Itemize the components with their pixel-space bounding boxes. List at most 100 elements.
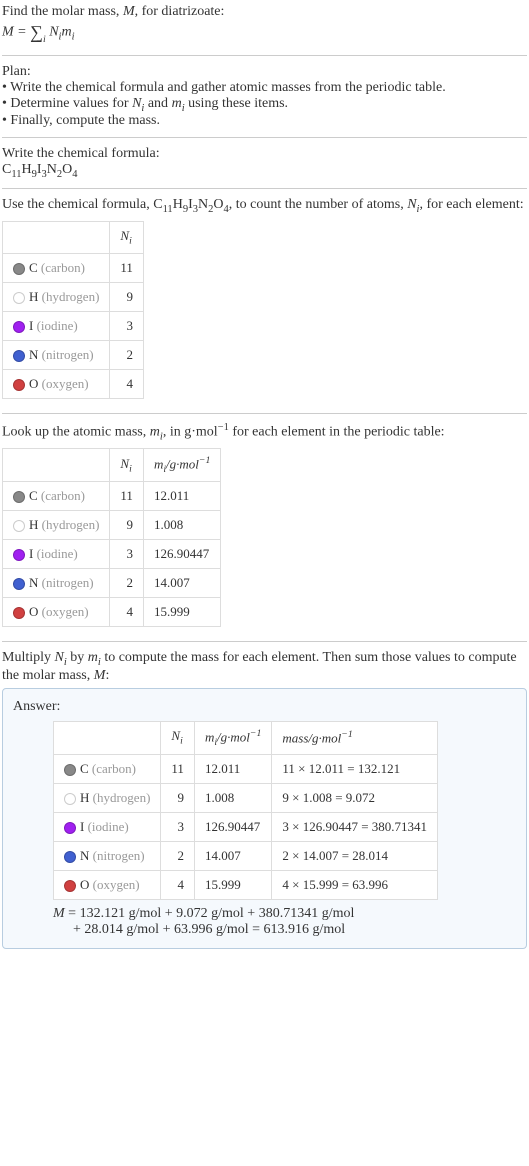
mass-cell: 11 × 12.011 = 132.121 xyxy=(272,754,438,783)
element-name: (iodine) xyxy=(37,318,78,333)
table-row: N (nitrogen)214.007 xyxy=(3,568,221,597)
table-header-row: Ni mi/g·mol−1 xyxy=(3,449,221,482)
element-name: (hydrogen) xyxy=(93,790,151,805)
element-name: (nitrogen) xyxy=(42,347,94,362)
n-cell: 2 xyxy=(161,841,195,870)
lookup-neg1: −1 xyxy=(218,422,229,433)
lookup-b: , in g·mol xyxy=(163,424,218,439)
table-row: I (iodine)3126.904473 × 126.90447 = 380.… xyxy=(54,812,438,841)
cf-O: O xyxy=(62,162,72,177)
mult-d: : xyxy=(105,668,109,683)
element-swatch xyxy=(13,263,25,275)
element-cell: N (nitrogen) xyxy=(3,568,110,597)
m-cell: 14.007 xyxy=(194,841,271,870)
n-cell: 9 xyxy=(110,510,144,539)
element-swatch xyxy=(13,491,25,503)
element-symbol: N xyxy=(29,347,38,362)
element-symbol: I xyxy=(29,318,33,333)
element-name: (nitrogen) xyxy=(93,848,145,863)
chem-formula-heading: Write the chemical formula: xyxy=(2,146,527,162)
element-swatch xyxy=(13,350,25,362)
n-cell: 4 xyxy=(110,597,144,626)
plan-section: Plan: • Write the chemical formula and g… xyxy=(2,56,527,139)
n-cell: 2 xyxy=(110,568,144,597)
plan-b2-a: • Determine values for xyxy=(2,96,132,111)
element-symbol: N xyxy=(80,848,89,863)
answer-label: Answer: xyxy=(13,699,516,715)
element-cell: C (carbon) xyxy=(3,253,110,282)
element-name: (nitrogen) xyxy=(42,575,94,590)
element-symbol: O xyxy=(80,877,89,892)
lookup-table: Ni mi/g·mol−1 C (carbon)1112.011H (hydro… xyxy=(2,448,221,627)
element-symbol: H xyxy=(80,790,89,805)
element-cell: I (iodine) xyxy=(3,311,110,340)
answer-box: Answer: Ni mi/g·mol−1 mass/g·mol−1 C (ca… xyxy=(2,688,527,949)
n-cell: 4 xyxy=(110,369,144,398)
count-Ni-N: N xyxy=(407,197,416,212)
blank-header xyxy=(3,221,110,253)
count-a: Use the chemical formula, xyxy=(2,197,153,212)
mass-cell: 4 × 15.999 = 63.996 xyxy=(272,870,438,899)
answer-table: Ni mi/g·mol−1 mass/g·mol−1 C (carbon)111… xyxy=(53,721,438,900)
element-symbol: I xyxy=(80,819,84,834)
mass-cell: 2 × 14.007 = 28.014 xyxy=(272,841,438,870)
mult-Ni-N: N xyxy=(55,650,64,665)
element-cell: C (carbon) xyxy=(3,481,110,510)
count-section: Use the chemical formula, C11H9I3N2O4, t… xyxy=(2,189,527,413)
element-symbol: H xyxy=(29,517,38,532)
m-cell: 15.999 xyxy=(194,870,271,899)
table-row: H (hydrogen)9 xyxy=(3,282,144,311)
formula-M: M xyxy=(2,25,14,40)
element-name: (hydrogen) xyxy=(42,517,100,532)
n-cell: 11 xyxy=(110,253,144,282)
mult-M: M xyxy=(94,668,106,683)
element-swatch xyxy=(13,549,25,561)
intro-text-a: Find the molar mass, xyxy=(2,4,123,19)
final-answer-line2: + 28.014 g/mol + 63.996 g/mol = 613.916 … xyxy=(73,922,516,938)
answer-content: Ni mi/g·mol−1 mass/g·mol−1 C (carbon)111… xyxy=(53,721,516,938)
Ni-header: Ni xyxy=(110,221,144,253)
element-cell: H (hydrogen) xyxy=(54,783,161,812)
element-cell: O (oxygen) xyxy=(54,870,161,899)
cf-N: N xyxy=(47,162,57,177)
n-cell: 4 xyxy=(161,870,195,899)
element-symbol: N xyxy=(29,575,38,590)
table-row: I (iodine)3126.90447 xyxy=(3,539,221,568)
sum-symbol: ∑ xyxy=(30,22,43,42)
m-cell: 12.011 xyxy=(143,481,220,510)
element-swatch xyxy=(64,822,76,834)
lookup-mi-m: m xyxy=(150,424,160,439)
plan-bullet-2: • Determine values for Ni and mi using t… xyxy=(2,96,527,114)
element-symbol: C xyxy=(29,260,38,275)
table-header-row: Ni xyxy=(3,221,144,253)
element-cell: O (oxygen) xyxy=(3,597,110,626)
element-cell: I (iodine) xyxy=(54,812,161,841)
mass-header: mass/g·mol−1 xyxy=(272,721,438,754)
table-row: N (nitrogen) 214.0072 × 14.007 = 28.014 xyxy=(54,841,438,870)
m-cell: 1.008 xyxy=(143,510,220,539)
intro-section: Find the molar mass, M, for diatrizoate:… xyxy=(2,4,527,56)
plan-b2-c: using these items. xyxy=(185,96,288,111)
element-swatch xyxy=(13,321,25,333)
m-cell: 12.011 xyxy=(194,754,271,783)
element-name: (oxygen) xyxy=(93,877,140,892)
table-row: N (nitrogen)2 xyxy=(3,340,144,369)
element-cell: C (carbon) xyxy=(54,754,161,783)
cf-C: C xyxy=(2,162,11,177)
element-cell: N (nitrogen) xyxy=(3,340,110,369)
mass-cell: 9 × 1.008 = 9.072 xyxy=(272,783,438,812)
table-row: O (oxygen) 4 xyxy=(3,369,144,398)
multiply-section: Multiply Ni by mi to compute the mass fo… xyxy=(2,642,527,957)
mult-mi-m: m xyxy=(88,650,98,665)
element-swatch xyxy=(64,764,76,776)
element-symbol: O xyxy=(29,376,38,391)
element-name: (oxygen) xyxy=(42,376,89,391)
element-name: (carbon) xyxy=(41,260,85,275)
count-table: Ni C (carbon)11H (hydrogen)9I (iodine)3N… xyxy=(2,221,144,399)
formula-m-sub: i xyxy=(72,32,75,43)
element-swatch xyxy=(13,292,25,304)
table-row: O (oxygen)415.999 xyxy=(3,597,221,626)
lookup-section: Look up the atomic mass, mi, in g·mol−1 … xyxy=(2,414,527,642)
chem-formula: C11H9I3N2O4 xyxy=(2,162,527,180)
mi-header: mi/g·mol−1 xyxy=(194,721,271,754)
